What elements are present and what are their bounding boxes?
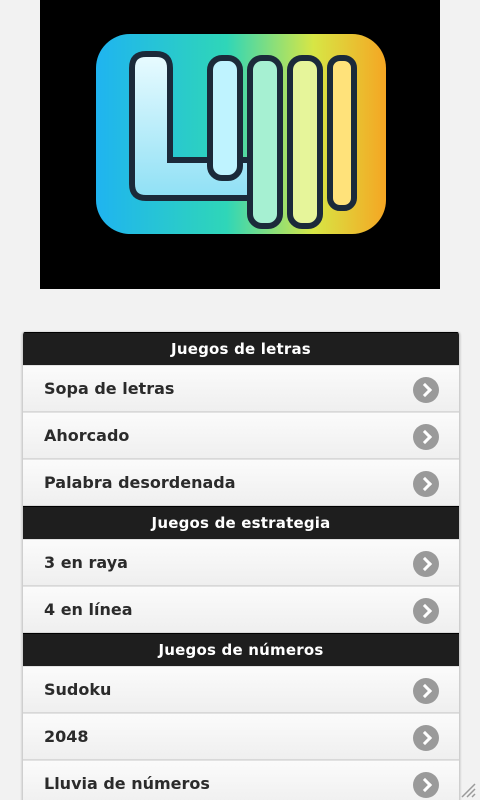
- app-screen: Juegos de letras Sopa de letras Ahorcado…: [0, 0, 480, 800]
- menu-item-3-en-raya[interactable]: 3 en raya: [23, 539, 459, 586]
- section-header-letters: Juegos de letras: [23, 332, 459, 365]
- logo-icon: [96, 34, 386, 234]
- chevron-right-icon: [413, 598, 439, 624]
- menu-item-label: Palabra desordenada: [44, 473, 236, 492]
- section-header-numbers: Juegos de números: [23, 633, 459, 666]
- chevron-right-icon: [413, 551, 439, 577]
- chevron-right-icon: [413, 377, 439, 403]
- menu-item-label: Lluvia de números: [44, 774, 210, 793]
- chevron-right-icon: [413, 772, 439, 798]
- chevron-right-icon: [413, 471, 439, 497]
- menu-item-label: Ahorcado: [44, 426, 130, 445]
- menu-item-label: Sudoku: [44, 680, 112, 699]
- section-header-strategy: Juegos de estrategia: [23, 506, 459, 539]
- chevron-right-icon: [413, 725, 439, 751]
- menu-item-lluvia-de-numeros[interactable]: Lluvia de números: [23, 760, 459, 800]
- menu-item-ahorcado[interactable]: Ahorcado: [23, 412, 459, 459]
- menu-item-label: 3 en raya: [44, 553, 128, 572]
- menu-item-4-en-linea[interactable]: 4 en línea: [23, 586, 459, 633]
- chevron-right-icon: [413, 678, 439, 704]
- chevron-right-icon: [413, 424, 439, 450]
- resize-grip-icon[interactable]: [458, 780, 476, 798]
- menu-item-label: Sopa de letras: [44, 379, 175, 398]
- menu-item-sudoku[interactable]: Sudoku: [23, 666, 459, 713]
- menu-item-palabra-desordenada[interactable]: Palabra desordenada: [23, 459, 459, 506]
- menu-item-label: 4 en línea: [44, 600, 133, 619]
- games-menu: Juegos de letras Sopa de letras Ahorcado…: [22, 332, 460, 800]
- menu-item-2048[interactable]: 2048: [23, 713, 459, 760]
- app-logo: [40, 0, 440, 289]
- menu-item-label: 2048: [44, 727, 89, 746]
- menu-item-sopa-de-letras[interactable]: Sopa de letras: [23, 365, 459, 412]
